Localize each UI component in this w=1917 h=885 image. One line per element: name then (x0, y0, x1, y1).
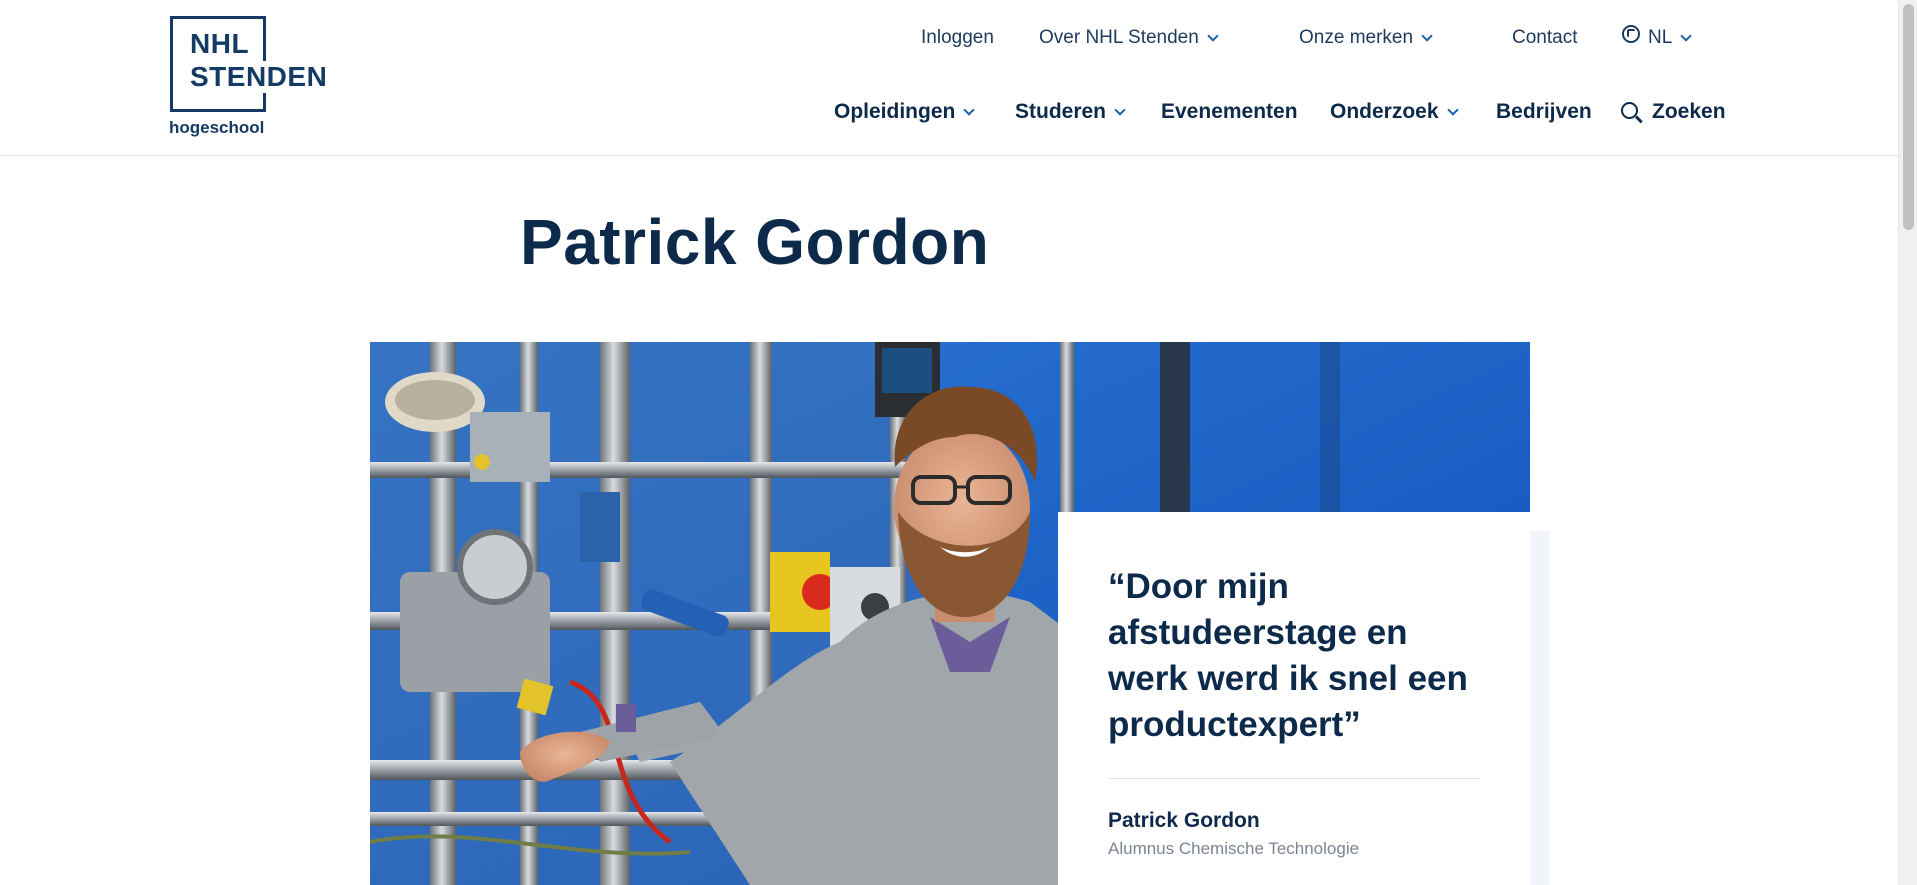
nhl-stenden-logo[interactable]: NHL STENDEN hogeschool (168, 14, 338, 142)
language-label: NL (1648, 27, 1673, 48)
nav-login[interactable]: Inloggen (921, 24, 994, 52)
chevron-down-icon (1680, 30, 1692, 42)
quote-card: “Door mijn afstudeerstage en werk werd i… (1058, 512, 1530, 885)
nav-contact[interactable]: Contact (1512, 24, 1577, 52)
search-icon (1621, 101, 1638, 119)
page-scrollbar[interactable] (1898, 0, 1917, 885)
search-label: Zoeken (1652, 100, 1726, 123)
nav-companies-label: Bedrijven (1496, 100, 1592, 123)
site-header: NHL STENDEN hogeschool Inloggen Over NHL… (0, 0, 1898, 156)
globe-icon (1622, 25, 1640, 43)
nav-about[interactable]: Over NHL Stenden (1039, 24, 1219, 52)
language-selector[interactable]: NL (1622, 24, 1692, 52)
logo-subtitle: hogeschool (169, 118, 265, 137)
search-button[interactable]: Zoeken (1621, 98, 1726, 126)
nav-about-label: Over NHL Stenden (1039, 27, 1199, 48)
chevron-down-icon (1114, 104, 1126, 116)
nav-programs[interactable]: Opleidingen (834, 98, 976, 126)
chevron-down-icon (963, 104, 976, 116)
nav-programs-label: Opleidingen (834, 100, 956, 123)
nav-companies[interactable]: Bedrijven (1496, 98, 1592, 126)
nav-events-label: Evenementen (1161, 100, 1298, 123)
logo-text-nhl: NHL (190, 28, 250, 59)
page-title: Patrick Gordon (520, 206, 990, 278)
chevron-down-icon (1446, 104, 1459, 116)
logo-text-stenden: STENDEN (190, 61, 331, 93)
nav-research[interactable]: Onderzoek (1330, 98, 1459, 126)
chevron-down-icon (1421, 30, 1433, 42)
nav-brands[interactable]: Onze merken (1299, 24, 1433, 52)
divider (1108, 778, 1480, 779)
chevron-down-icon (1207, 30, 1219, 42)
nav-research-label: Onderzoek (1330, 100, 1439, 123)
quote-author-role: Alumnus Chemische Technologie (1108, 839, 1360, 858)
quote-card-shadow (1530, 531, 1550, 885)
nav-studying[interactable]: Studeren (1015, 98, 1126, 126)
nav-events[interactable]: Evenementen (1161, 98, 1298, 126)
scrollbar-thumb[interactable] (1903, 4, 1914, 230)
quote-author-name: Patrick Gordon (1108, 809, 1260, 832)
nav-studying-label: Studeren (1015, 100, 1107, 123)
quote-text: “Door mijn afstudeerstage en werk werd i… (1108, 567, 1468, 744)
nav-login-label: Inloggen (921, 27, 994, 48)
page: NHL STENDEN hogeschool Inloggen Over NHL… (0, 0, 1917, 885)
nav-brands-label: Onze merken (1299, 27, 1414, 48)
nav-contact-label: Contact (1512, 27, 1578, 48)
